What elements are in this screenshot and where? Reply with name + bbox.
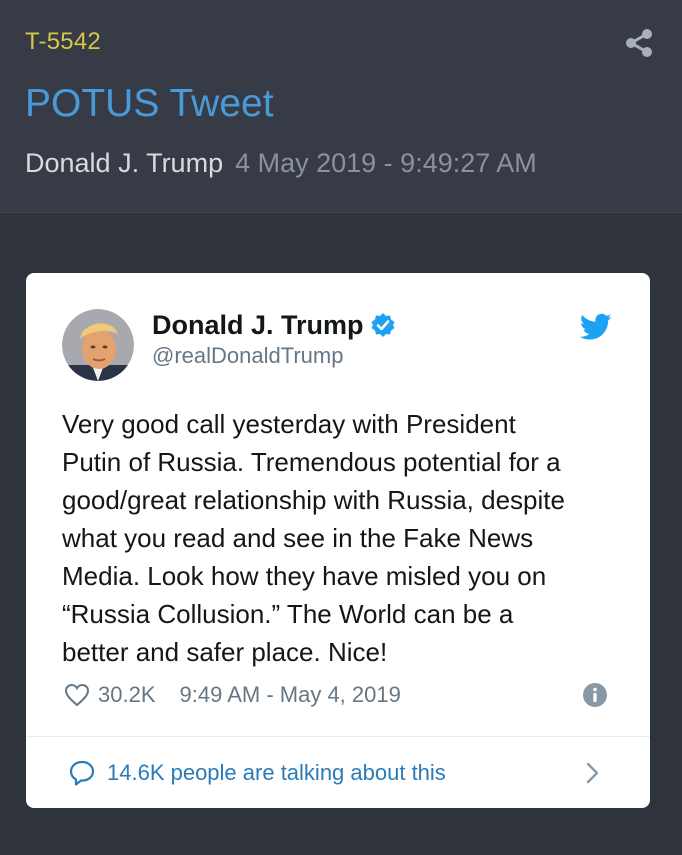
post-id: T-5542 [25,28,101,55]
tweet-card[interactable]: Donald J. Trump @realDonaldTrump Very go… [26,273,650,808]
conversation-count[interactable]: 14.6K people are talking about this [107,760,446,786]
post-meta: Donald J. Trump 4 May 2019 - 9:49:27 AM [25,148,537,179]
info-icon[interactable] [582,682,608,708]
heart-icon[interactable] [64,683,90,707]
tweet-display-name-text[interactable]: Donald J. Trump [152,310,364,340]
tweet-text: Very good call yesterday with President … [62,405,622,671]
tweet-text-line: better and safer place. Nice! [62,637,388,667]
avatar[interactable] [62,309,134,381]
post-datetime: 4 May 2019 - 9:49:27 AM [235,148,537,178]
post-header: T-5542 POTUS Tweet Donald J. Trump 4 May … [0,0,682,213]
tweet-text-line: Very good call yesterday with President [62,409,516,439]
conversation-link[interactable]: 14.6K people are talking about this [26,737,650,808]
tweet-text-line: good/great relationship with Russia, des… [62,485,565,515]
tweet-display-name[interactable]: Donald J. Trump [152,310,396,341]
comment-icon [69,760,95,786]
tweet-text-line: Media. Look how they have misled you on [62,561,547,591]
post-author: Donald J. Trump [25,148,224,178]
chevron-right-icon[interactable] [584,761,602,785]
twitter-bird-icon[interactable] [580,313,612,341]
tweet-text-line: what you read and see in the Fake News [62,523,534,553]
tweet-timestamp[interactable]: 9:49 AM - May 4, 2019 [180,682,401,708]
tweet-text-line: Putin of Russia. Tremendous potential fo… [62,447,561,477]
page-title: POTUS Tweet [25,82,274,125]
tweet-text-line: “Russia Collusion.” The World can be a [62,599,514,629]
tweet-meta: 30.2K 9:49 AM - May 4, 2019 [64,680,401,710]
like-count[interactable]: 30.2K [98,682,156,708]
verified-badge-icon [371,313,395,337]
tweet-handle[interactable]: @realDonaldTrump [152,343,343,369]
share-icon[interactable] [622,26,656,60]
